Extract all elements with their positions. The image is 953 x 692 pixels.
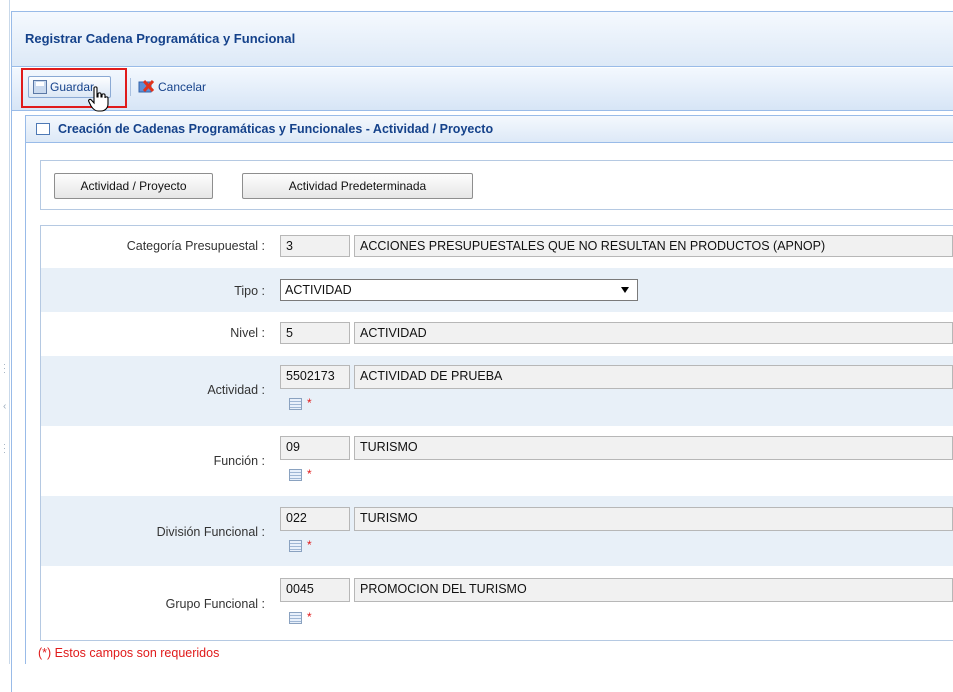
toolbar-separator bbox=[130, 78, 131, 96]
required-fields-note: (*) Estos campos son requeridos bbox=[38, 646, 220, 660]
left-splitter[interactable] bbox=[0, 0, 10, 664]
splitter-arrow-icon[interactable]: ‹ bbox=[3, 402, 6, 412]
nivel-label: Nivel : bbox=[230, 326, 265, 340]
grupo-code-field[interactable]: 0045 bbox=[280, 578, 350, 602]
categoria-label: Categoría Presupuestal : bbox=[126, 239, 265, 253]
required-mark: * bbox=[307, 396, 312, 410]
actividad-label: Actividad : bbox=[207, 383, 265, 397]
calendar-lookup-icon[interactable] bbox=[289, 612, 302, 624]
tipo-selected-value: ACTIVIDAD bbox=[285, 283, 352, 297]
save-button-highlight bbox=[21, 68, 127, 108]
tipo-select[interactable]: ACTIVIDAD bbox=[280, 279, 638, 301]
division-label: División Funcional : bbox=[156, 525, 265, 539]
funcion-desc-field: TURISMO bbox=[354, 436, 953, 460]
hand-cursor-icon bbox=[88, 86, 109, 112]
funcion-code-field[interactable]: 09 bbox=[280, 436, 350, 460]
division-code-field[interactable]: 022 bbox=[280, 507, 350, 531]
actividad-desc-field: ACTIVIDAD DE PRUEBA bbox=[354, 365, 953, 389]
panel-window-icon bbox=[36, 123, 50, 135]
funcion-label: Función : bbox=[213, 454, 265, 468]
grupo-desc-field: PROMOCION DEL TURISMO bbox=[354, 578, 953, 602]
calendar-lookup-icon[interactable] bbox=[289, 469, 302, 481]
splitter-grip-icon: · · · bbox=[3, 439, 6, 457]
categoria-code-field: 3 bbox=[280, 235, 350, 257]
calendar-lookup-icon[interactable] bbox=[289, 540, 302, 552]
window-title: Registrar Cadena Programática y Funciona… bbox=[25, 31, 296, 46]
actividad-code-field[interactable]: 5502173 bbox=[280, 365, 350, 389]
required-mark: * bbox=[307, 610, 312, 624]
calendar-lookup-icon[interactable] bbox=[289, 398, 302, 410]
actividad-predeterminada-button[interactable]: Actividad Predeterminada bbox=[242, 173, 473, 199]
nivel-code-field: 5 bbox=[280, 322, 350, 344]
nivel-desc-field: ACTIVIDAD bbox=[354, 322, 953, 344]
cancel-button[interactable]: Cancelar bbox=[138, 79, 207, 94]
dropdown-arrow-icon bbox=[621, 287, 629, 293]
division-desc-field: TURISMO bbox=[354, 507, 953, 531]
grupo-label: Grupo Funcional : bbox=[165, 597, 265, 611]
tipo-label: Tipo : bbox=[234, 284, 265, 298]
splitter-grip-icon: · · · bbox=[3, 359, 6, 377]
panel-title: Creación de Cadenas Programáticas y Func… bbox=[58, 122, 494, 136]
required-mark: * bbox=[307, 538, 312, 552]
cancel-icon bbox=[138, 79, 155, 94]
required-mark: * bbox=[307, 467, 312, 481]
cancel-button-label: Cancelar bbox=[158, 80, 207, 94]
actividad-proyecto-button[interactable]: Actividad / Proyecto bbox=[54, 173, 213, 199]
categoria-desc-field: ACCIONES PRESUPUESTALES QUE NO RESULTAN … bbox=[354, 235, 953, 257]
